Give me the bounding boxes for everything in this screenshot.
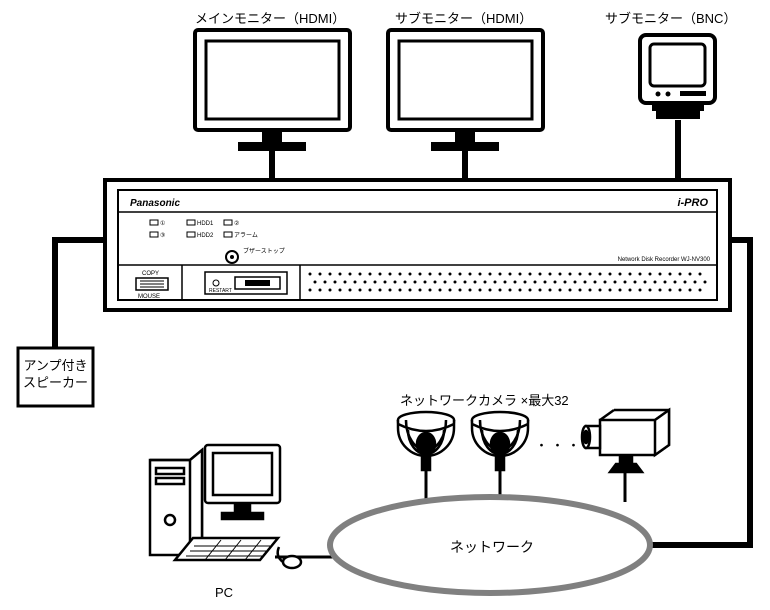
sub-monitor-bnc-icon [640,35,715,119]
speaker-label: アンプ付きスピーカー [22,358,89,392]
pc-label: PC [215,585,233,600]
cameras-label: ネットワークカメラ ×最大32 [400,390,569,409]
dome-camera-1-icon [398,412,454,470]
svg-text:アラーム: アラーム [234,232,258,239]
svg-text:①: ① [160,220,165,227]
recorder-model-text: Network Disk Recorder WJ-NV300 [618,257,711,263]
sub-monitor-hdmi-icon [388,30,543,151]
sub-monitor-hdmi-label: サブモニター（HDMI） [395,8,532,27]
main-monitor-label: メインモニター（HDMI） [195,8,345,27]
recorder-brand: Panasonic [130,198,180,209]
svg-text:HDD1: HDD1 [197,221,214,227]
network-label: ネットワーク [450,537,534,557]
svg-text:HDD2: HDD2 [197,233,214,239]
dome-camera-2-icon [472,412,528,470]
recorder-buzzer-label: ブザーストップ [243,247,285,255]
svg-text:③: ③ [160,232,165,239]
recorder-icon: Panasonic i-PRO ① HDD1 ② ③ HDD2 アラーム ブザー… [105,180,730,310]
svg-text:②: ② [234,220,239,227]
recorder-mouse-label: MOUSE [138,294,160,300]
pc-icon [150,445,301,568]
recorder-restart-label: RESTART [209,288,232,294]
recorder-copy-label: COPY [142,271,159,277]
sub-monitor-bnc-label: サブモニター（BNC） [605,8,736,27]
box-camera-icon [582,410,669,472]
recorder-right-logo: i-PRO [677,197,708,209]
connection-diagram: Panasonic i-PRO ① HDD1 ② ③ HDD2 アラーム ブザー… [0,0,770,610]
camera-ellipsis: ・・・ [535,435,583,454]
main-monitor-icon [195,30,350,151]
